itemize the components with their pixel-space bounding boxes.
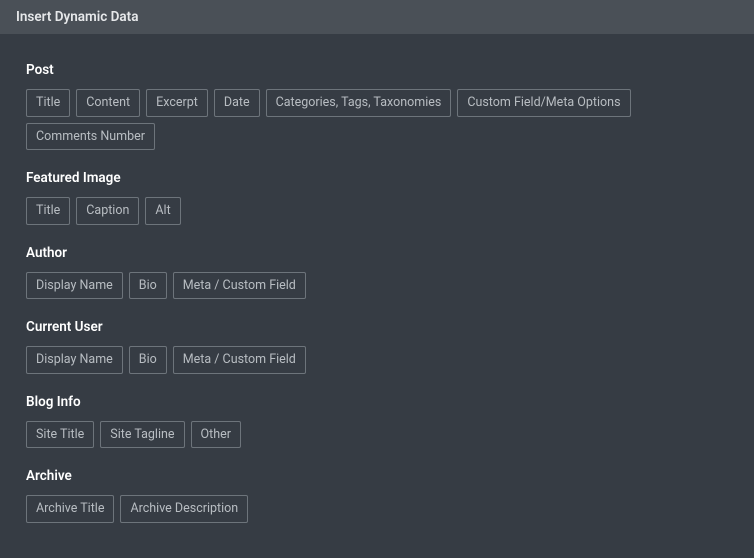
post-date-button[interactable]: Date (214, 89, 260, 117)
section-blog-info: Blog Info Site Title Site Tagline Other (26, 394, 728, 449)
section-title-post: Post (26, 62, 728, 78)
author-meta-custom-field-button[interactable]: Meta / Custom Field (173, 272, 306, 300)
post-content-button[interactable]: Content (76, 89, 140, 117)
btn-row-post: Title Content Excerpt Date Categories, T… (26, 89, 728, 150)
post-comments-number-button[interactable]: Comments Number (26, 123, 155, 151)
btn-row-blog-info: Site Title Site Tagline Other (26, 421, 728, 449)
featured-image-title-button[interactable]: Title (26, 197, 70, 225)
section-title-author: Author (26, 245, 728, 261)
featured-image-alt-button[interactable]: Alt (145, 197, 180, 225)
blog-info-site-title-button[interactable]: Site Title (26, 421, 94, 449)
section-current-user: Current User Display Name Bio Meta / Cus… (26, 319, 728, 374)
archive-title-button[interactable]: Archive Title (26, 495, 114, 523)
section-archive: Archive Archive Title Archive Descriptio… (26, 468, 728, 523)
insert-dynamic-data-modal: Insert Dynamic Data Post Title Content E… (0, 0, 754, 558)
section-post: Post Title Content Excerpt Date Categori… (26, 62, 728, 150)
section-featured-image: Featured Image Title Caption Alt (26, 170, 728, 225)
btn-row-current-user: Display Name Bio Meta / Custom Field (26, 346, 728, 374)
section-title-current-user: Current User (26, 319, 728, 335)
post-custom-field-meta-options-button[interactable]: Custom Field/Meta Options (457, 89, 630, 117)
blog-info-other-button[interactable]: Other (191, 421, 241, 449)
current-user-display-name-button[interactable]: Display Name (26, 346, 123, 374)
current-user-bio-button[interactable]: Bio (129, 346, 167, 374)
author-display-name-button[interactable]: Display Name (26, 272, 123, 300)
post-title-button[interactable]: Title (26, 89, 70, 117)
section-title-featured-image: Featured Image (26, 170, 728, 186)
current-user-meta-custom-field-button[interactable]: Meta / Custom Field (173, 346, 306, 374)
btn-row-archive: Archive Title Archive Description (26, 495, 728, 523)
modal-header: Insert Dynamic Data (0, 0, 754, 34)
author-bio-button[interactable]: Bio (129, 272, 167, 300)
section-title-blog-info: Blog Info (26, 394, 728, 410)
btn-row-featured-image: Title Caption Alt (26, 197, 728, 225)
section-author: Author Display Name Bio Meta / Custom Fi… (26, 245, 728, 300)
post-categories-tags-taxonomies-button[interactable]: Categories, Tags, Taxonomies (266, 89, 452, 117)
section-title-archive: Archive (26, 468, 728, 484)
modal-title: Insert Dynamic Data (16, 9, 138, 25)
archive-description-button[interactable]: Archive Description (120, 495, 248, 523)
blog-info-site-tagline-button[interactable]: Site Tagline (100, 421, 184, 449)
featured-image-caption-button[interactable]: Caption (76, 197, 139, 225)
post-excerpt-button[interactable]: Excerpt (146, 89, 208, 117)
modal-body: Post Title Content Excerpt Date Categori… (0, 34, 754, 531)
btn-row-author: Display Name Bio Meta / Custom Field (26, 272, 728, 300)
